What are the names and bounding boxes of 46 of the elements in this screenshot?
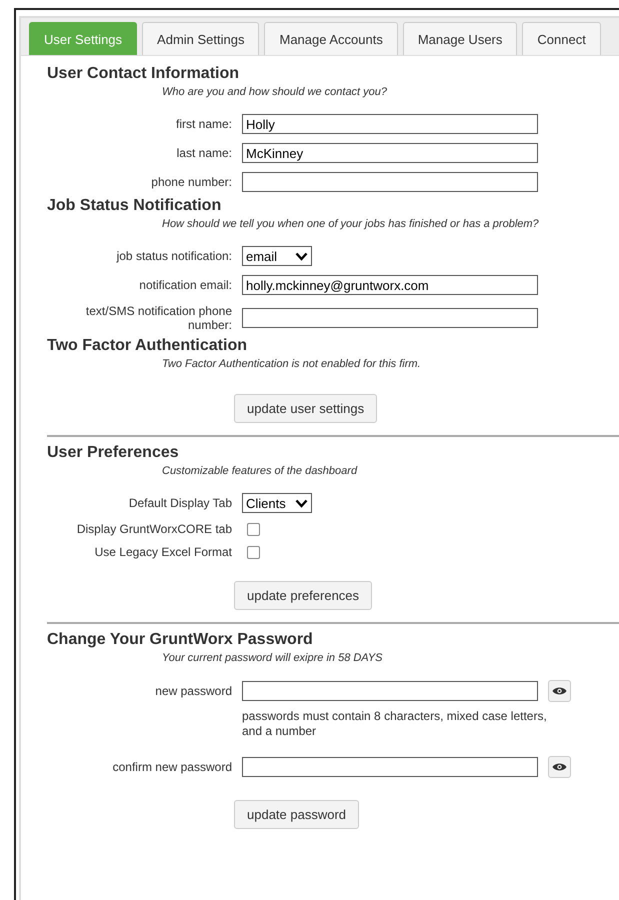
show-password-button[interactable] — [548, 756, 571, 778]
section-title: User Contact Information — [47, 64, 240, 84]
section-title: Job Status Notification — [47, 196, 222, 216]
section-subtitle: Customizable features of the dashboard — [162, 464, 358, 479]
section-subtitle: Your current password will exipre in 58 DAYS — [162, 651, 384, 666]
field-label: text/SMS notification phone number: — [84, 304, 232, 332]
tab[interactable]: Manage Accounts — [264, 22, 398, 55]
select-field[interactable]: Clients — [242, 493, 312, 513]
checkbox[interactable] — [247, 522, 260, 536]
chevron-icon — [295, 252, 308, 260]
field-label: last name: — [176, 146, 232, 160]
eye-icon — [552, 686, 567, 696]
section-subtitle: Who are you and how should we contact you? — [162, 85, 388, 100]
tab[interactable]: Manage Users — [402, 22, 518, 55]
text-field[interactable]: McKinney — [242, 143, 538, 163]
text-field[interactable] — [242, 308, 538, 328]
field-label: confirm new password — [112, 760, 232, 774]
text-field[interactable]: holly.mckinney@gruntworx.com — [242, 275, 538, 295]
tab[interactable]: Admin Settings — [142, 22, 260, 55]
text-field[interactable]: Holly — [242, 114, 538, 134]
field-label: Default Display Tab — [128, 496, 232, 510]
field-label: job status notification: — [115, 249, 232, 263]
password-field[interactable] — [242, 681, 538, 701]
password-hint: passwords must contain 8 characters, mixed case letters, and a number — [242, 709, 548, 739]
chevron-icon — [295, 498, 308, 508]
text-field[interactable] — [242, 172, 538, 192]
field-label: new password — [154, 684, 232, 698]
field-label: Use Legacy Excel Format — [94, 545, 232, 559]
section-title: User Preferences — [47, 443, 180, 463]
submit-button[interactable]: update user settings — [234, 394, 378, 423]
section-title: Change Your GruntWorx Password — [47, 630, 314, 650]
field-label: first name: — [174, 117, 232, 131]
section-subtitle: Two Factor Authentication is not enabled for this firm. — [162, 357, 422, 372]
section-title: Two Factor Authentication — [47, 336, 248, 356]
password-field[interactable] — [242, 757, 538, 777]
tab[interactable]: Connect — [522, 22, 601, 55]
section-subtitle: How should we tell you when one of your jobs has finished or has a problem? — [162, 217, 540, 232]
checkbox[interactable] — [247, 546, 260, 558]
field-label: notification email: — [138, 278, 232, 292]
field-label: Display GruntWorxCORE tab — [76, 522, 232, 536]
select-field[interactable]: email — [242, 246, 312, 266]
field-label: phone number: — [150, 175, 232, 189]
submit-button[interactable]: update password — [234, 800, 360, 829]
submit-button[interactable]: update preferences — [234, 581, 372, 610]
eye-icon — [552, 762, 567, 772]
show-password-button[interactable] — [548, 680, 571, 702]
